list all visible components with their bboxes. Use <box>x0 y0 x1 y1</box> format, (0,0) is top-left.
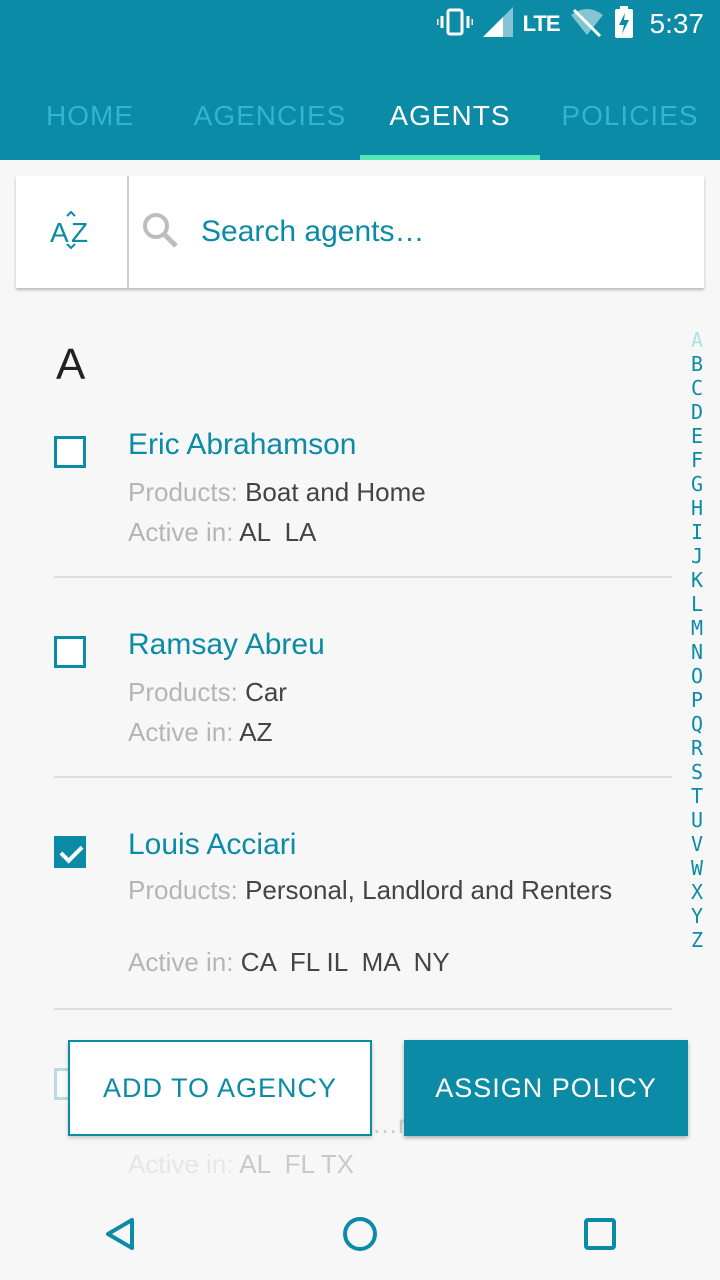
index-letter-m[interactable]: M <box>684 616 710 640</box>
agent-active-states: Active in: AL LA <box>128 516 658 548</box>
clock: 5:37 <box>649 8 705 39</box>
index-letter-g[interactable]: G <box>684 472 710 496</box>
divider <box>54 776 672 778</box>
tab-agents[interactable]: AGENTS <box>360 72 540 160</box>
status-bar: LTE 5:37 <box>436 5 705 43</box>
network-type: LTE <box>522 11 561 36</box>
index-letter-v[interactable]: V <box>684 832 710 856</box>
index-letter-t[interactable]: T <box>684 784 710 808</box>
back-icon[interactable] <box>100 1214 140 1259</box>
system-nav-bar <box>0 1192 720 1280</box>
index-letter-h[interactable]: H <box>684 496 710 520</box>
products-value: Boat and Home <box>245 477 426 507</box>
active-value: AL LA <box>239 517 317 547</box>
agent-name: Eric Abrahamson <box>128 428 357 461</box>
index-letter-p[interactable]: P <box>684 688 710 712</box>
agent-row[interactable]: Eric Abrahamson Products: Boat and Home … <box>54 428 674 558</box>
active-value: CA FL IL MA NY <box>240 947 450 977</box>
svg-text:A: A <box>50 217 69 248</box>
agent-active-states: Active in: AZ <box>128 716 658 748</box>
tab-policies[interactable]: POLICIES <box>540 72 720 160</box>
active-label: Active in: <box>128 717 234 747</box>
agent-row[interactable]: Ramsay Abreu Products: Car Active in: AZ <box>54 628 674 758</box>
index-letter-a[interactable]: A <box>684 328 710 352</box>
index-letter-w[interactable]: W <box>684 856 710 880</box>
agent-products: Products: Car <box>128 676 658 708</box>
index-letter-i[interactable]: I <box>684 520 710 544</box>
agent-active-states: Active in: AL FL TX <box>128 1148 658 1180</box>
agent-name: Ramsay Abreu <box>128 628 325 661</box>
sort-button[interactable]: A Z <box>16 176 129 288</box>
index-letter-r[interactable]: R <box>684 736 710 760</box>
index-letter-d[interactable]: D <box>684 400 710 424</box>
index-letter-k[interactable]: K <box>684 568 710 592</box>
az-sort-icon: A Z <box>50 210 94 255</box>
agent-checkbox[interactable] <box>54 636 86 668</box>
index-letter-c[interactable]: C <box>684 376 710 400</box>
battery-charging-icon <box>614 5 634 43</box>
products-value: Personal, Landlord and Renters <box>245 875 613 905</box>
tab-home[interactable]: HOME <box>0 72 180 160</box>
agent-checkbox[interactable] <box>54 436 86 468</box>
search-card: A Z <box>16 176 704 288</box>
tab-agencies[interactable]: AGENCIES <box>180 72 360 160</box>
active-label: Active in: <box>128 517 234 547</box>
index-letter-l[interactable]: L <box>684 592 710 616</box>
active-label: Active in: <box>128 947 234 977</box>
index-letter-x[interactable]: X <box>684 880 710 904</box>
agent-active-states: Active in: CA FL IL MA NY <box>128 946 658 978</box>
index-letter-u[interactable]: U <box>684 808 710 832</box>
index-letter-n[interactable]: N <box>684 640 710 664</box>
agent-products: Products: Personal, Landlord and Renters <box>128 874 658 906</box>
tab-bar: HOME AGENCIES AGENTS POLICIES <box>0 72 720 160</box>
search-icon <box>141 211 179 254</box>
index-letter-q[interactable]: Q <box>684 712 710 736</box>
assign-policy-button[interactable]: ASSIGN POLICY <box>404 1040 688 1136</box>
index-letter-j[interactable]: J <box>684 544 710 568</box>
divider <box>54 576 672 578</box>
products-label: Products: <box>128 875 238 905</box>
agent-products: Products: Boat and Home <box>128 476 658 508</box>
index-letter-b[interactable]: B <box>684 352 710 376</box>
section-header: A <box>56 340 86 389</box>
search-input[interactable] <box>199 214 703 250</box>
svg-text:Z: Z <box>71 217 88 248</box>
agent-row[interactable]: Louis Acciari Products: Personal, Landlo… <box>54 828 674 988</box>
divider <box>54 1008 672 1010</box>
index-letter-s[interactable]: S <box>684 760 710 784</box>
index-letter-y[interactable]: Y <box>684 904 710 928</box>
search-area <box>129 176 704 288</box>
wifi-off-icon <box>570 7 604 42</box>
app-bar: LTE 5:37 HOME AGENCIES AGENTS POLICIES <box>0 0 720 160</box>
agent-checkbox-checked[interactable] <box>54 836 86 868</box>
products-label: Products: <box>128 677 238 707</box>
cell-signal-icon <box>482 6 513 42</box>
index-letter-e[interactable]: E <box>684 424 710 448</box>
agent-name: Louis Acciari <box>128 828 297 861</box>
active-value: AL FL TX <box>239 1149 354 1179</box>
recents-icon[interactable] <box>580 1214 620 1259</box>
active-value: AZ <box>239 717 273 747</box>
vibrate-icon <box>436 7 474 42</box>
products-label: Products: <box>128 477 238 507</box>
alphabet-index[interactable]: ABCDEFGHIJKLMNOPQRSTUVWXYZ <box>684 328 710 952</box>
index-letter-f[interactable]: F <box>684 448 710 472</box>
add-to-agency-button[interactable]: ADD TO AGENCY <box>68 1040 372 1136</box>
home-icon[interactable] <box>340 1214 380 1259</box>
products-value: Car <box>245 677 287 707</box>
index-letter-z[interactable]: Z <box>684 928 710 952</box>
active-label: Active in: <box>128 1149 234 1179</box>
index-letter-o[interactable]: O <box>684 664 710 688</box>
